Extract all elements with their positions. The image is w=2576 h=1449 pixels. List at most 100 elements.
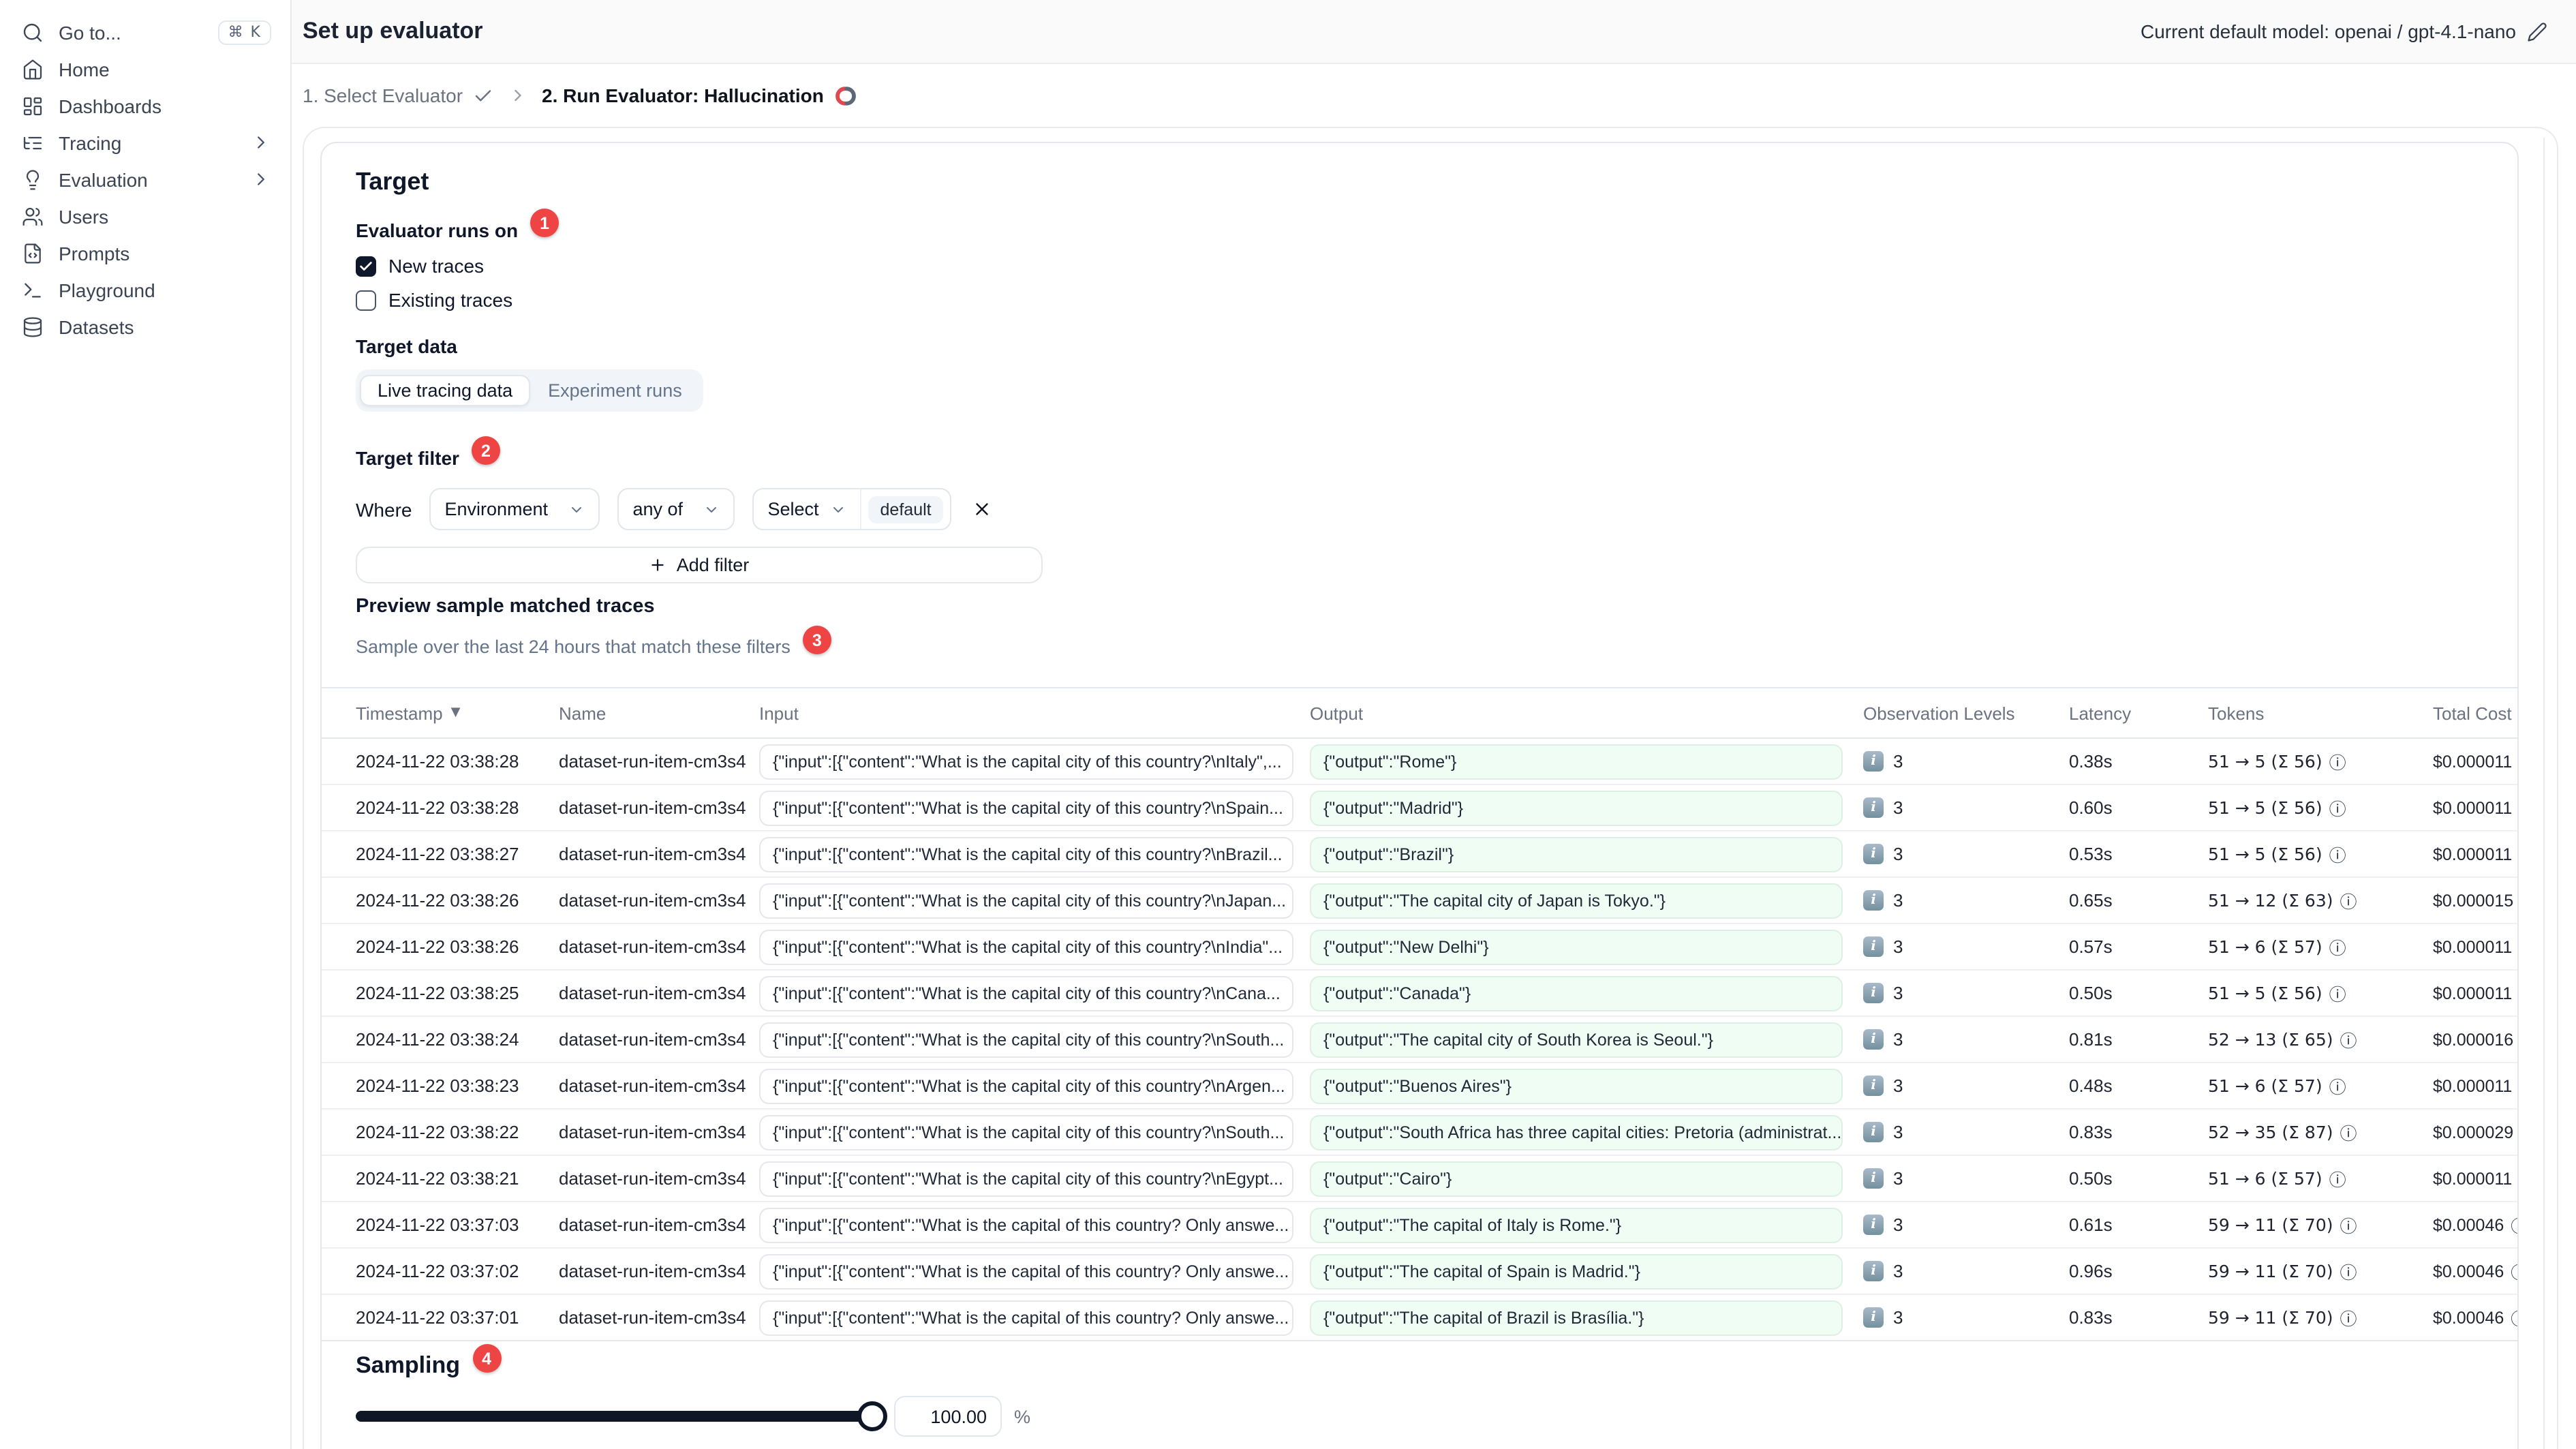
col-observation-levels[interactable]: Observation Levels — [1863, 703, 2069, 723]
cell-name: dataset-run-item-cm3s4 — [559, 936, 746, 957]
table-row[interactable]: 2024-11-22 03:38:28 dataset-run-item-cm3s… — [322, 785, 2517, 832]
edit-pencil-icon[interactable] — [2527, 21, 2547, 42]
breadcrumb-step-1[interactable]: 1. Select Evaluator — [303, 85, 493, 106]
info-square-icon: i — [1863, 1122, 1884, 1142]
tokens-value: 51 → 5 (Σ 56) — [2208, 751, 2322, 772]
table-row[interactable]: 2024-11-22 03:38:24 dataset-run-item-cm3s… — [322, 1017, 2517, 1063]
table-row[interactable]: 2024-11-22 03:38:27 dataset-run-item-cm3s… — [322, 832, 2517, 878]
goto-label: Go to... — [59, 21, 121, 43]
cell-name: dataset-run-item-cm3s4 — [559, 1215, 746, 1235]
goto-search[interactable]: Go to... ⌘ K — [0, 14, 290, 50]
main-area: Set up evaluator Current default model: … — [292, 0, 2576, 1449]
remove-filter-button[interactable] — [972, 499, 993, 519]
filter-value-chip[interactable]: default — [868, 495, 944, 523]
col-latency[interactable]: Latency — [2069, 703, 2208, 723]
info-circle-icon[interactable]: ⓘ — [2340, 887, 2357, 913]
info-circle-icon[interactable]: ⓘ — [2329, 980, 2346, 1006]
info-square-icon: i — [1863, 983, 1884, 1003]
col-total-cost[interactable]: Total Cost — [2433, 703, 2517, 723]
checkbox-existing-traces[interactable]: Existing traces — [356, 285, 512, 315]
col-tokens[interactable]: Tokens — [2208, 703, 2433, 723]
info-circle-icon[interactable]: ⓘ — [2511, 1212, 2517, 1238]
sidebar-item-evaluation[interactable]: Evaluation — [0, 161, 290, 198]
sidebar-item-home[interactable]: Home — [0, 50, 290, 87]
table-row[interactable]: 2024-11-22 03:37:01 dataset-run-item-cm3s… — [322, 1295, 2517, 1341]
col-output[interactable]: Output — [1310, 703, 1863, 723]
info-circle-icon[interactable]: ⓘ — [2329, 841, 2346, 867]
filter-operator-value: any of — [632, 499, 684, 519]
info-circle-icon[interactable]: ⓘ — [2329, 1165, 2346, 1191]
filter-column-value: Environment — [444, 499, 549, 519]
table-row[interactable]: 2024-11-22 03:38:25 dataset-run-item-cm3s… — [322, 971, 2517, 1017]
table-row[interactable]: 2024-11-22 03:38:28 dataset-run-item-cm3s… — [322, 739, 2517, 785]
cell-output: {"output":"Buenos Aires"} — [1310, 1068, 1863, 1103]
cell-latency: 0.83s — [2069, 1122, 2113, 1142]
col-timestamp[interactable]: Timestamp ▼ — [356, 703, 559, 723]
info-circle-icon[interactable]: ⓘ — [2329, 795, 2346, 821]
info-circle-icon[interactable]: ⓘ — [2329, 748, 2346, 774]
breadcrumb-step-2[interactable]: 2. Run Evaluator: Hallucination — [542, 84, 858, 107]
info-circle-icon[interactable]: ⓘ — [2340, 1026, 2357, 1052]
info-circle-icon[interactable]: ⓘ — [2340, 1305, 2357, 1330]
checkbox-checked-icon[interactable] — [356, 256, 376, 276]
tab-live-tracing-data[interactable]: Live tracing data — [360, 375, 531, 406]
table-row[interactable]: 2024-11-22 03:37:02 dataset-run-item-cm3s… — [322, 1249, 2517, 1295]
table-row[interactable]: 2024-11-22 03:38:26 dataset-run-item-cm3s… — [322, 924, 2517, 971]
info-circle-icon[interactable]: ⓘ — [2511, 1258, 2517, 1284]
sidebar-item-tracing[interactable]: Tracing — [0, 124, 290, 161]
cell-name: dataset-run-item-cm3s4 — [559, 983, 746, 1003]
checkbox-unchecked-icon[interactable] — [356, 290, 376, 310]
col-name[interactable]: Name — [559, 703, 759, 723]
traces-table: Timestamp ▼ Name Input Output Observatio… — [322, 687, 2517, 1341]
add-filter-button[interactable]: Add filter — [356, 547, 1043, 583]
table-row[interactable]: 2024-11-22 03:38:26 dataset-run-item-cm3s… — [322, 878, 2517, 924]
sampling-value-input[interactable] — [894, 1396, 1002, 1437]
breadcrumb-step-2-label: 2. Run Evaluator: Hallucination — [542, 85, 824, 106]
observation-level-count: 3 — [1893, 1261, 1903, 1281]
tab-experiment-runs[interactable]: Experiment runs — [530, 375, 700, 406]
cell-latency: 0.50s — [2069, 1168, 2113, 1189]
info-circle-icon[interactable]: ⓘ — [2329, 934, 2346, 960]
observation-level-count: 3 — [1893, 844, 1903, 864]
sort-desc-icon: ▼ — [450, 706, 461, 720]
cell-input: {"input":[{"content":"What is the capita… — [759, 975, 1310, 1011]
checkbox-new-traces[interactable]: New traces — [356, 251, 512, 281]
cell-input: {"input":[{"content":"What is the capita… — [759, 790, 1310, 825]
sidebar-item-playground[interactable]: Playground — [0, 271, 290, 308]
table-row[interactable]: 2024-11-22 03:38:22 dataset-run-item-cm3s… — [322, 1110, 2517, 1156]
table-row[interactable]: 2024-11-22 03:38:21 dataset-run-item-cm3s… — [322, 1156, 2517, 1202]
filter-value-group: Select default — [752, 488, 952, 530]
filter-column-select[interactable]: Environment — [429, 488, 600, 530]
table-row[interactable]: 2024-11-22 03:38:23 dataset-run-item-cm3s… — [322, 1063, 2517, 1110]
sidebar-item-prompts[interactable]: Prompts — [0, 234, 290, 271]
sidebar-item-users[interactable]: Users — [0, 198, 290, 234]
observation-level-count: 3 — [1893, 797, 1903, 818]
info-circle-icon[interactable]: ⓘ — [2329, 1073, 2346, 1099]
info-circle-icon[interactable]: ⓘ — [2340, 1212, 2357, 1238]
col-input[interactable]: Input — [759, 703, 1310, 723]
sidebar-item-dashboards[interactable]: Dashboards — [0, 87, 290, 124]
chevron-down-icon — [572, 506, 582, 512]
cell-input: {"input":[{"content":"What is the capita… — [759, 1161, 1310, 1196]
total-cost-value: $0.000011 — [2433, 983, 2513, 1003]
sampling-slider[interactable] — [356, 1401, 887, 1431]
chevron-right-icon — [251, 132, 271, 153]
info-circle-icon[interactable]: ⓘ — [2340, 1119, 2357, 1145]
filter-operator-select[interactable]: any of — [617, 488, 735, 530]
step-badge-2: 2 — [471, 436, 500, 465]
table-row[interactable]: 2024-11-22 03:37:03 dataset-run-item-cm3s… — [322, 1202, 2517, 1249]
info-circle-icon[interactable]: ⓘ — [2511, 1305, 2517, 1330]
input-value-box: {"input":[{"content":"What is the capita… — [759, 836, 1293, 872]
sidebar-nav: Home Dashboards Tracing Evaluation Users Prom… — [0, 50, 290, 345]
cell-observation-levels: i3 — [1863, 936, 2069, 957]
info-circle-icon[interactable]: ⓘ — [2340, 1258, 2357, 1284]
sampling-unit: % — [1014, 1406, 1031, 1427]
sidebar-item-datasets[interactable]: Datasets — [0, 308, 290, 345]
slider-thumb[interactable] — [857, 1401, 887, 1431]
observation-level-count: 3 — [1893, 751, 1903, 772]
sampling-text: Sampling — [356, 1352, 461, 1377]
app-root: Go to... ⌘ K Home Dashboards Tracing Evalua… — [0, 0, 2576, 1449]
preview-subtext-text: Sample over the last 24 hours that match… — [356, 637, 791, 657]
filter-value-select[interactable]: Select — [754, 499, 859, 519]
cell-output: {"output":"Madrid"} — [1310, 790, 1863, 825]
